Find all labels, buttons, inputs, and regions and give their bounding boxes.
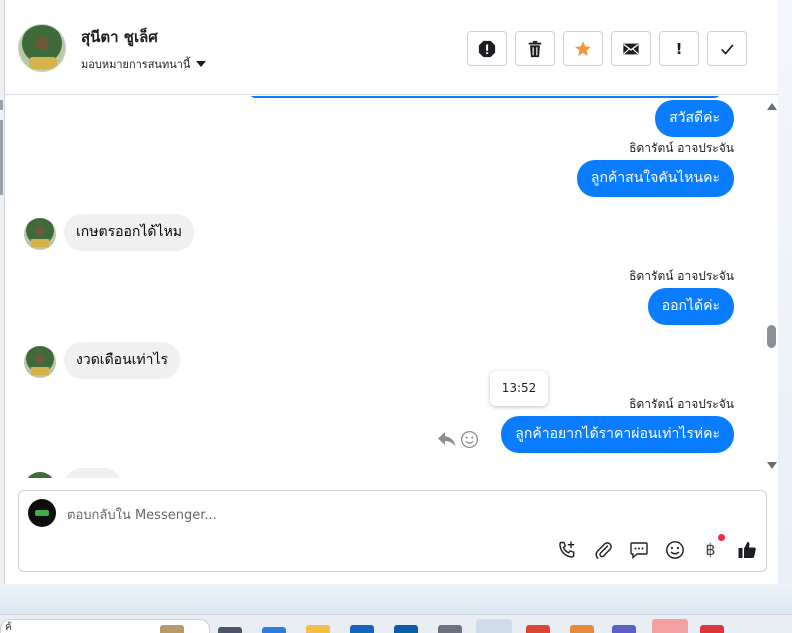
contact-avatar-small (24, 218, 56, 250)
sender-name: ธิดารัตน์ อาจประจัน (629, 141, 734, 155)
call-add-icon (558, 541, 574, 558)
follow-up-button[interactable]: ! (659, 31, 699, 66)
scrollbar-thumb[interactable] (767, 325, 776, 348)
app-icon[interactable] (700, 625, 724, 633)
mark-unread-button[interactable] (611, 31, 651, 66)
reply-composer: ฿ (18, 490, 767, 572)
payment-button[interactable]: ฿ (699, 534, 725, 561)
edge-tick (0, 100, 3, 110)
outgoing-message[interactable]: ลูกค้าสนใจคันไหนคะ (576, 160, 734, 197)
sender-name: ธิดารัตน์ อาจประจัน (629, 269, 734, 283)
teams-icon[interactable] (612, 625, 636, 633)
contact-avatar-small (24, 472, 56, 478)
like-icon (738, 541, 756, 558)
outlook-icon[interactable] (394, 625, 418, 633)
attach-icon (595, 541, 612, 559)
edge-tick (0, 120, 3, 195)
scrollbar[interactable] (765, 96, 777, 478)
photos-icon[interactable] (570, 625, 594, 633)
outgoing-message[interactable]: ลูกค้าอยากได้ราคาผ่อนเท่าไรห่คะ (501, 416, 734, 453)
incoming-message[interactable]: งวดเดือนเท่าไร (64, 342, 181, 379)
assign-label: มอบหมายการสนทนานี้ (81, 58, 191, 71)
call-add-button[interactable] (555, 538, 578, 561)
outgoing-message[interactable]: สวัสดีค่ะ (655, 100, 734, 137)
chrome-icon[interactable] (526, 625, 550, 633)
notification-dot (718, 534, 725, 541)
composer-tools: ฿ (555, 534, 758, 561)
page-avatar (28, 499, 56, 527)
search-highlight-icon[interactable] (160, 625, 184, 633)
star-button[interactable] (563, 31, 603, 66)
delete-button[interactable] (515, 31, 555, 66)
file-explorer-icon[interactable] (306, 625, 330, 633)
spam-icon (478, 40, 496, 57)
timestamp-tooltip: 13:52 (490, 371, 548, 406)
conversation-toolbar: ! (467, 31, 747, 66)
saved-reply-button[interactable] (627, 538, 650, 561)
check-icon (721, 43, 734, 55)
star-icon (575, 40, 591, 56)
attach-button[interactable] (591, 538, 614, 561)
edge-app-icon[interactable] (476, 619, 512, 633)
saved-reply-icon (629, 541, 648, 559)
incoming-message-partial[interactable] (64, 468, 122, 478)
emoji-button[interactable] (663, 538, 686, 561)
reply-icon[interactable] (437, 430, 457, 448)
windows-taskbar: ค้ (0, 614, 792, 633)
store-icon[interactable] (350, 625, 374, 633)
caret-down-icon (196, 61, 207, 67)
mail-icon (623, 43, 639, 54)
contact-avatar-small (24, 346, 56, 378)
mark-spam-button[interactable] (467, 31, 507, 66)
message-thread[interactable]: สวัสดีค่ะ ธิดารัตน์ อาจประจัน ลูกค้าสนใจ… (5, 96, 779, 478)
previous-message-edge (250, 96, 720, 98)
task-view-icon[interactable] (218, 627, 242, 633)
conversation-header: สุนีตา ชูเล็ศ มอบหมายการสนทนานี้ ! (5, 0, 779, 95)
contact-name[interactable]: สุนีตา ชูเล็ศ (81, 25, 158, 49)
conversation-panel: สุนีตา ชูเล็ศ มอบหมายการสนทนานี้ ! สวัสด… (4, 0, 779, 584)
scroll-down-arrow-icon[interactable] (767, 462, 777, 469)
baht-payment-icon: ฿ (705, 540, 716, 559)
line-app-icon[interactable] (652, 619, 688, 633)
desktop-edge (778, 0, 792, 633)
incoming-message[interactable]: เกษตรออกได้ไหม (64, 214, 195, 251)
camera-icon[interactable] (438, 625, 462, 633)
taskbar-search-text: ค้ (5, 622, 12, 633)
emoji-icon (665, 540, 684, 559)
sender-name: ธิดารัตน์ อาจประจัน (629, 397, 734, 411)
outgoing-message[interactable]: ออกได้ค่ะ (647, 288, 734, 325)
copilot-icon[interactable] (262, 627, 286, 633)
contact-avatar[interactable] (18, 24, 66, 72)
follow-up-icon: ! (675, 39, 683, 58)
trash-icon (528, 40, 542, 57)
reply-input[interactable] (67, 505, 747, 525)
like-button[interactable] (735, 538, 758, 561)
assign-conversation-dropdown[interactable]: มอบหมายการสนทนานี้ (81, 55, 207, 73)
mark-done-button[interactable] (707, 31, 747, 66)
scroll-up-arrow-icon[interactable] (767, 103, 777, 110)
desktop-background (0, 584, 792, 614)
react-emoji-icon[interactable] (460, 430, 479, 449)
